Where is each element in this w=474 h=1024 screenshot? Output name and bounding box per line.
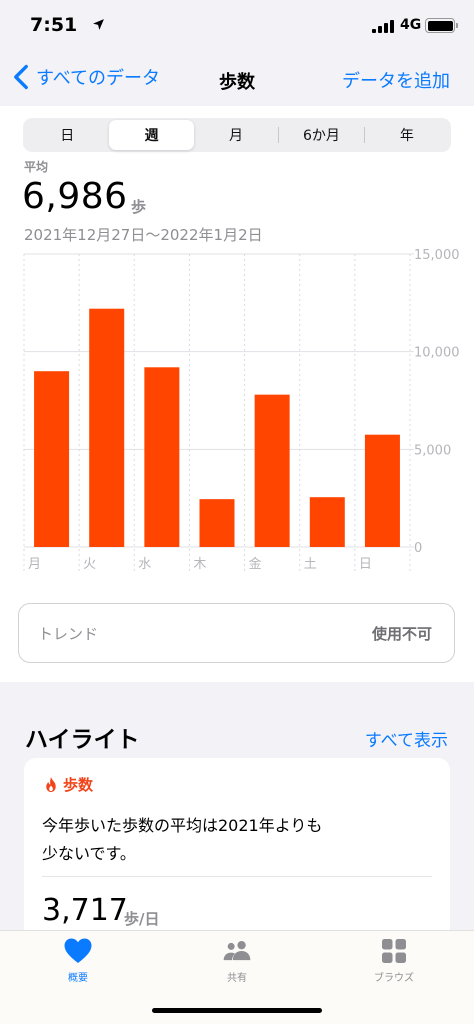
x-tick-label: 月 <box>28 557 41 572</box>
average-unit: 歩 <box>131 198 147 216</box>
navigation-bar: すべてのデータ 歩数 データを追加 <box>0 52 474 106</box>
date-range: 2021年12月27日〜2022年1月2日 <box>24 226 263 244</box>
highlight-value: 3,717 <box>42 893 128 928</box>
grid-icon <box>382 939 406 963</box>
tab-sharing[interactable]: 共有 <box>187 937 287 984</box>
trend-row[interactable]: トレンド 使用不可 <box>18 603 455 663</box>
bar-5 <box>254 394 290 547</box>
y-tick-label: 15,000 <box>414 248 460 263</box>
segment-day[interactable]: 日 <box>25 120 109 150</box>
bar-4 <box>199 499 235 547</box>
segment-week[interactable]: 週 <box>109 120 194 150</box>
bar-3 <box>144 367 180 547</box>
y-tick-label: 0 <box>414 541 422 556</box>
segment-year[interactable]: 年 <box>365 120 449 150</box>
highlights-heading: ハイライト <box>25 727 140 753</box>
y-tick-label: 5,000 <box>414 443 451 458</box>
x-tick-label: 木 <box>193 557 206 572</box>
people-icon <box>223 941 251 961</box>
x-tick-label: 日 <box>359 557 372 572</box>
bar-6 <box>309 497 345 547</box>
battery-icon <box>425 18 455 33</box>
network-type: 4G <box>400 17 422 33</box>
heart-icon <box>64 938 92 963</box>
steps-detail-panel: 日 週 月 6か月 年 平均 6,986 歩 2021年12月27日〜2022年… <box>0 106 474 682</box>
highlight-divider <box>42 876 432 877</box>
highlight-text: 今年歩いた歩数の平均は2021年よりも 少ないです。 <box>42 812 434 868</box>
steps-bar-chart[interactable]: 15,000 10,000 5,000 0 月 火 水 木 金 土 日 <box>0 244 474 584</box>
battery-cap <box>456 23 458 28</box>
tab-browse-label: ブラウズ <box>374 973 414 984</box>
flame-icon <box>46 776 56 793</box>
trend-label: トレンド <box>38 625 99 643</box>
add-data-button[interactable]: データを追加 <box>342 67 450 93</box>
home-indicator <box>152 1008 322 1013</box>
tab-summary-label: 概要 <box>68 973 88 984</box>
see-all-highlights-link[interactable]: すべて表示 <box>365 726 448 751</box>
highlight-text-line1: 今年歩いた歩数の平均は2021年よりも <box>42 816 323 835</box>
trend-status: 使用不可 <box>371 625 432 643</box>
average-value: 6,986 <box>22 176 128 217</box>
average-label: 平均 <box>24 160 49 174</box>
highlight-category-label: 歩数 <box>63 776 94 794</box>
location-arrow-icon <box>93 19 104 30</box>
bar-2 <box>89 308 125 547</box>
status-bar: 7:51 4G <box>0 0 474 52</box>
segment-six-months[interactable]: 6か月 <box>279 120 363 150</box>
period-segmented-control: 日 週 月 6か月 年 <box>23 118 451 152</box>
bar-7 <box>364 434 400 547</box>
highlight-text-line2: 少ないです。 <box>42 844 136 863</box>
x-tick-label: 土 <box>304 557 317 572</box>
highlight-category: 歩数 <box>44 774 93 795</box>
highlight-unit: 歩/日 <box>124 910 160 928</box>
x-tick-label: 火 <box>83 557 96 572</box>
y-tick-label: 10,000 <box>414 346 460 361</box>
x-tick-label: 金 <box>249 556 262 572</box>
tab-sharing-label: 共有 <box>227 973 247 984</box>
x-tick-label: 水 <box>138 557 151 572</box>
segment-month[interactable]: 月 <box>194 120 278 150</box>
tab-summary[interactable]: 概要 <box>28 937 128 984</box>
status-time: 7:51 <box>30 14 78 36</box>
tab-browse[interactable]: ブラウズ <box>344 937 444 984</box>
bar-1 <box>34 371 70 547</box>
signal-icon <box>372 20 394 33</box>
